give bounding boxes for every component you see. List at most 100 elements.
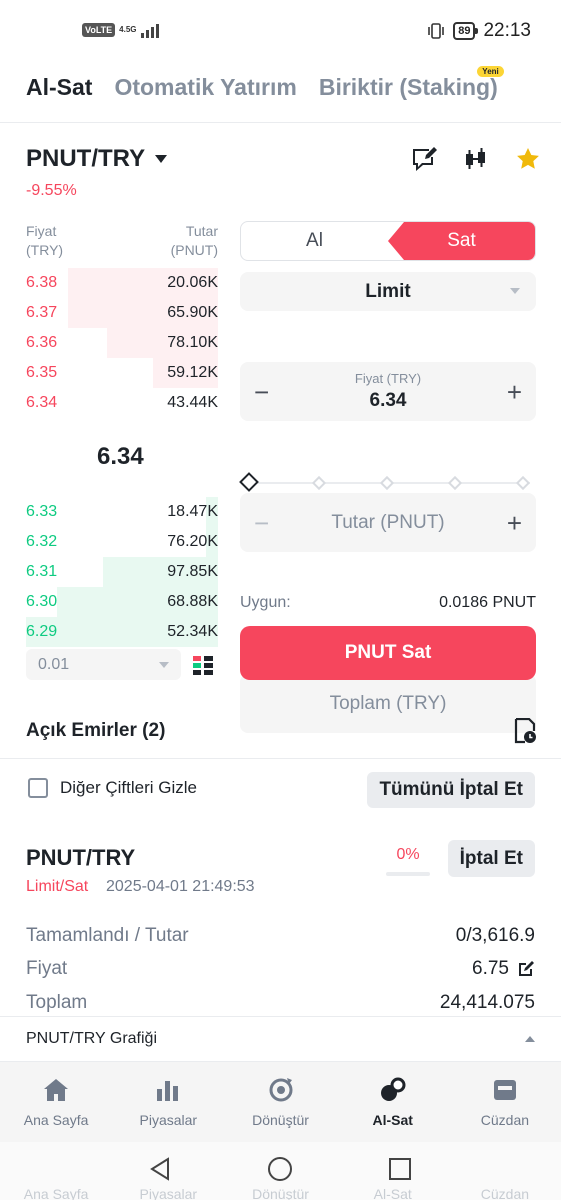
trade-icon: [380, 1077, 406, 1101]
sell-tab[interactable]: Sat: [388, 222, 535, 260]
bid-row[interactable]: 6.32 76.20K: [26, 527, 218, 557]
price-decrease-button[interactable]: −: [254, 379, 269, 405]
bid-price: 6.30: [26, 593, 58, 610]
ask-row[interactable]: 6.35 59.12K: [26, 358, 218, 388]
nav-home[interactable]: Ana Sayfa: [0, 1062, 112, 1142]
ask-amount: 20.06K: [167, 274, 218, 291]
vibrate-icon: [428, 23, 445, 39]
bid-amount: 76.20K: [167, 533, 218, 550]
chart-drawer[interactable]: PNUT/TRY Grafiği: [0, 1016, 561, 1062]
total-placeholder: Toplam (TRY): [329, 692, 447, 714]
nav-trade[interactable]: Al-Sat: [337, 1062, 449, 1142]
star-icon[interactable]: [515, 146, 541, 172]
amount-slider[interactable]: [239, 472, 536, 494]
markets-icon: [157, 1081, 179, 1101]
home-circle-icon[interactable]: [267, 1156, 293, 1182]
candlestick-icon[interactable]: [463, 146, 489, 172]
ask-row[interactable]: 6.36 78.10K: [26, 328, 218, 358]
order-total-value: 24,414.075: [439, 992, 535, 1013]
nav-convert[interactable]: Dönüştür: [224, 1062, 336, 1142]
order-history-icon[interactable]: [513, 718, 537, 744]
ask-row[interactable]: 6.38 20.06K: [26, 268, 218, 298]
top-tabs: Al-Sat Otomatik Yatırım Biriktir (Stakin…: [26, 66, 541, 101]
chevron-down-icon: [159, 661, 169, 668]
cancel-all-button[interactable]: Tümünü İptal Et: [367, 772, 535, 808]
status-bar: VoLTE 4.5G 89 22:13: [0, 0, 561, 62]
bid-amount: 52.34K: [167, 623, 218, 640]
cancel-order-button[interactable]: İptal Et: [447, 840, 535, 877]
price-increase-button[interactable]: +: [507, 379, 522, 405]
slider-step-75[interactable]: [447, 475, 463, 491]
tab-otomatik-yatirim[interactable]: Otomatik Yatırım: [114, 74, 296, 101]
bid-row[interactable]: 6.30 68.88K: [26, 587, 218, 617]
amount-header-line1: Tutar: [185, 223, 218, 239]
ask-row[interactable]: 6.34 43.44K: [26, 388, 218, 418]
ask-amount: 59.12K: [167, 364, 218, 381]
ask-price: 6.37: [26, 304, 58, 321]
order-time: 2025-04-01 21:49:53: [106, 878, 255, 895]
nav-convert-label: Dönüştür: [252, 1112, 309, 1128]
precision-select[interactable]: 0.01: [26, 649, 181, 680]
sell-submit-button[interactable]: PNUT Sat: [240, 626, 536, 680]
new-badge: Yeni: [477, 66, 504, 77]
bid-list: 6.33 18.47K 6.32 76.20K 6.31 97.85K 6.30 68.…: [26, 497, 218, 647]
bid-row[interactable]: 6.29 52.34K: [26, 617, 218, 647]
orderbook-view-icon[interactable]: [192, 655, 214, 677]
pair-selector[interactable]: PNUT/TRY: [26, 145, 168, 173]
volte-indicator: VoLTE: [82, 23, 116, 37]
amount-column-header: Tutar (PNUT): [171, 222, 218, 260]
clock: 22:13: [483, 20, 531, 41]
total-input[interactable]: Toplam (TRY): [240, 674, 536, 733]
ask-price: 6.36: [26, 334, 58, 351]
ghost-label: Dönüştür: [252, 1186, 309, 1200]
nav-markets[interactable]: Piyasalar: [112, 1062, 224, 1142]
price-input[interactable]: − Fiyat (TRY) 6.34 +: [240, 362, 536, 421]
ghost-nav-labels: Ana Sayfa Piyasalar Dönüştür Al-Sat Cüzd…: [0, 1186, 561, 1200]
nav-trade-label: Al-Sat: [372, 1112, 413, 1128]
hide-other-pairs-checkbox[interactable]: [28, 778, 48, 798]
available-balance: Uygun: 0.0186 PNUT: [240, 594, 536, 614]
edit-icon[interactable]: [517, 960, 535, 978]
bid-row[interactable]: 6.31 97.85K: [26, 557, 218, 587]
slider-handle[interactable]: [239, 472, 259, 492]
slider-step-100[interactable]: [515, 475, 531, 491]
network-type: 4.5G: [119, 25, 137, 34]
divider: [0, 122, 561, 123]
slider-step-25[interactable]: [311, 475, 327, 491]
bid-price: 6.29: [26, 623, 58, 640]
order-type: Limit/Sat: [26, 878, 89, 895]
open-orders-title[interactable]: Açık Emirler (2): [26, 720, 165, 742]
back-icon[interactable]: [147, 1156, 173, 1182]
order-type-select[interactable]: Limit: [240, 272, 536, 311]
amount-input[interactable]: − Tutar (PNUT) +: [240, 493, 536, 552]
ask-price: 6.35: [26, 364, 58, 381]
chevron-down-icon: [510, 288, 520, 294]
chart-drawer-label: PNUT/TRY Grafiği: [26, 1030, 157, 1047]
ask-price: 6.38: [26, 274, 58, 291]
bid-amount: 97.85K: [167, 563, 218, 580]
ask-amount: 78.10K: [167, 334, 218, 351]
hide-other-pairs[interactable]: Diğer Çiftleri Gizle: [28, 778, 197, 798]
chevron-down-icon: [155, 155, 168, 163]
amount-decrease-button[interactable]: −: [254, 510, 269, 536]
recents-icon[interactable]: [387, 1156, 413, 1182]
hide-other-pairs-label: Diğer Çiftleri Gizle: [60, 778, 197, 797]
amount-header-line2: (PNUT): [170, 242, 218, 258]
filled-label: Tamamlandı / Tutar: [26, 925, 189, 946]
price-change: -9.55%: [26, 182, 77, 199]
bid-row[interactable]: 6.33 18.47K: [26, 497, 218, 527]
bid-price: 6.31: [26, 563, 58, 580]
battery-icon: 89: [453, 22, 479, 40]
edit-chart-icon[interactable]: [411, 146, 437, 172]
amount-increase-button[interactable]: +: [507, 510, 522, 536]
buy-tab[interactable]: Al: [241, 222, 388, 260]
slider-step-50[interactable]: [379, 475, 395, 491]
nav-wallet[interactable]: Cüzdan: [449, 1062, 561, 1142]
filled-value: 0/3,616.9: [455, 925, 535, 946]
tab-biriktir[interactable]: Biriktir (Staking) Yeni: [319, 66, 504, 101]
available-label: Uygun:: [240, 594, 291, 611]
tab-al-sat[interactable]: Al-Sat: [26, 74, 92, 101]
ask-row[interactable]: 6.37 65.90K: [26, 298, 218, 328]
ghost-label: Al-Sat: [373, 1186, 412, 1200]
signal-icon: [140, 22, 159, 38]
